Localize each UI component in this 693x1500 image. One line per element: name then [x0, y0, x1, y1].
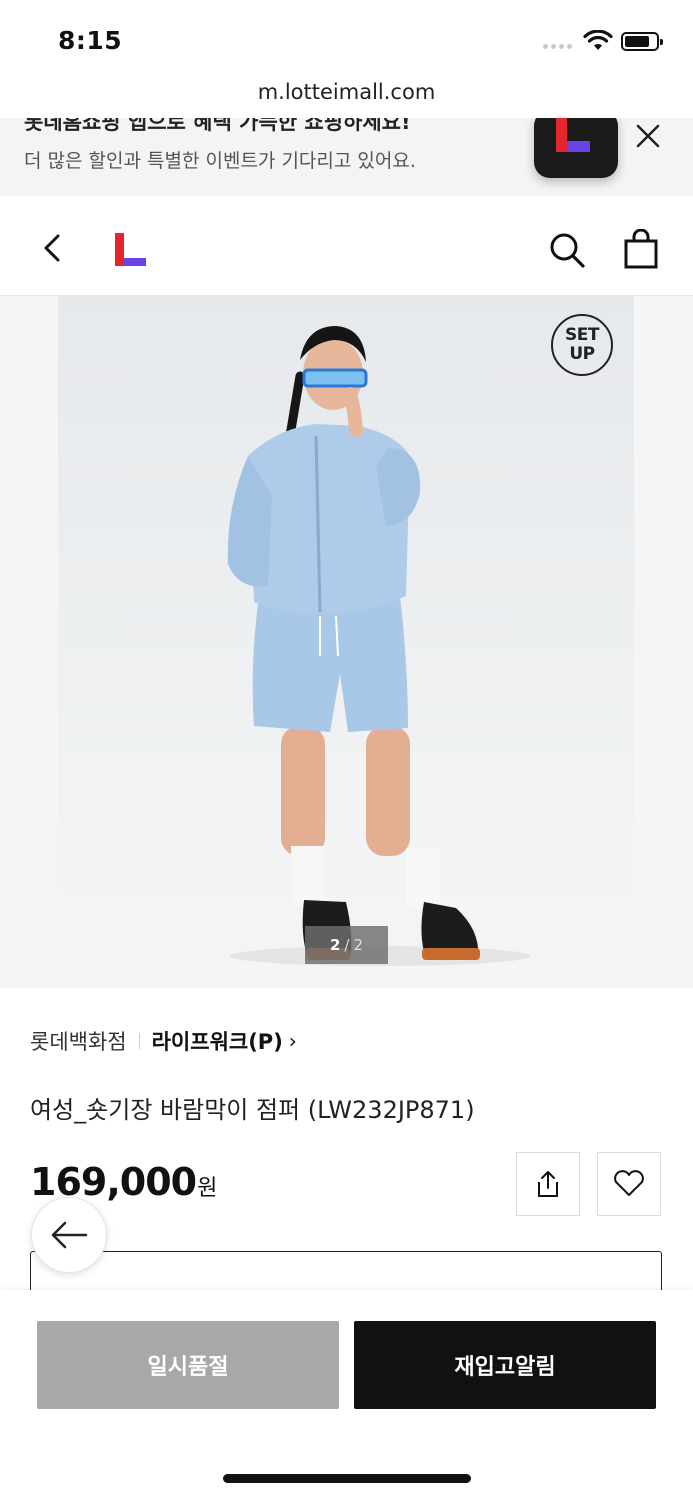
logo[interactable]: [112, 231, 148, 267]
wifi-icon: [583, 30, 613, 50]
store-name[interactable]: 롯데백화점: [30, 1026, 127, 1056]
gallery-pager: 2 / 2: [305, 926, 388, 964]
banner-headline: 롯데홈쇼핑 앱으로 혜택 가득한 쇼핑하세요!: [24, 118, 411, 134]
bottom-action-bar: 일시품절 재입고알림: [0, 1290, 693, 1500]
app-logo-icon: [556, 118, 590, 152]
soldout-button[interactable]: 일시품절: [37, 1321, 339, 1409]
close-icon[interactable]: [632, 120, 664, 152]
product-title: 여성_숏기장 바람막이 점퍼 (LW232JP871): [30, 1096, 475, 1124]
badge-line1: SET: [565, 325, 599, 345]
signal-icon: [543, 44, 575, 52]
brand-divider: [138, 1033, 140, 1049]
app-promo-banner[interactable]: 롯데홈쇼핑 앱으로 혜택 가득한 쇼핑하세요! 더 많은 할인과 특별한 이벤트…: [0, 118, 693, 196]
home-indicator[interactable]: [223, 1474, 471, 1483]
search-icon[interactable]: [548, 231, 586, 269]
site-header: [0, 197, 693, 296]
cart-icon[interactable]: [622, 229, 660, 269]
back-icon[interactable]: [38, 233, 68, 263]
pager-separator: /: [344, 936, 350, 954]
price-value: 169,000: [30, 1160, 197, 1204]
brand-breadcrumb[interactable]: 롯데백화점 라이프워크(P) ›: [30, 1026, 297, 1056]
pager-current: 2: [329, 936, 341, 954]
floating-back-button[interactable]: [31, 1197, 107, 1273]
product-photo: SET UP 2 / 2: [58, 296, 634, 988]
arrow-left-icon: [51, 1221, 88, 1249]
browser-url[interactable]: m.lotteimall.com: [0, 80, 693, 104]
brand-name[interactable]: 라이프워크(P): [152, 1026, 283, 1056]
share-button[interactable]: [516, 1152, 580, 1216]
share-icon: [538, 1171, 558, 1197]
set-up-badge: SET UP: [551, 314, 613, 376]
chevron-right-icon: ›: [288, 1029, 297, 1053]
battery-icon: [621, 32, 663, 51]
heart-icon: [614, 1170, 644, 1196]
product-gallery[interactable]: SET UP 2 / 2: [0, 296, 693, 988]
app-icon[interactable]: [534, 118, 618, 178]
restock-alert-button[interactable]: 재입고알림: [354, 1321, 656, 1409]
price-unit: 원: [197, 1176, 218, 1201]
wishlist-button[interactable]: [597, 1152, 661, 1216]
pager-total: 2: [353, 936, 364, 954]
status-time: 8:15: [58, 26, 123, 55]
badge-line2: UP: [569, 344, 595, 364]
model-illustration: [227, 326, 530, 966]
banner-subtext: 더 많은 할인과 특별한 이벤트가 기다리고 있어요.: [24, 150, 416, 172]
